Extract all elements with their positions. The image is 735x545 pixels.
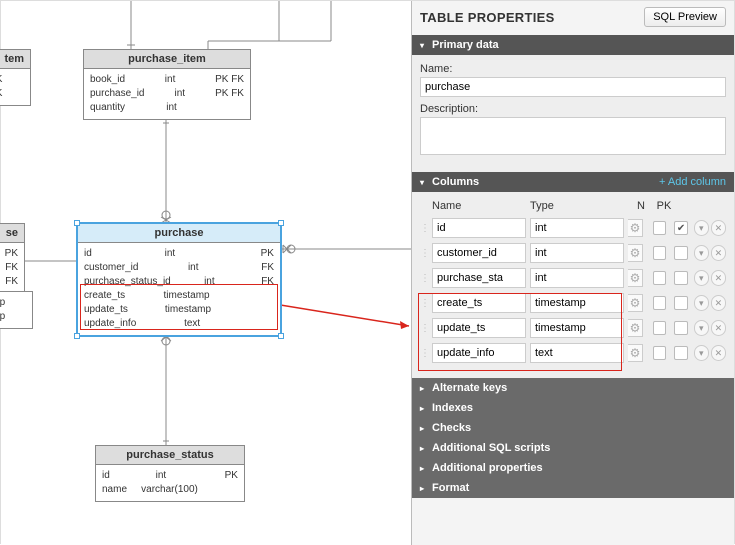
pk-checkbox[interactable] bbox=[674, 346, 687, 360]
column-name-input[interactable] bbox=[432, 293, 526, 313]
gear-icon[interactable]: ⚙ bbox=[628, 294, 643, 312]
column-name-input[interactable] bbox=[432, 243, 526, 263]
chevron-right-icon: ▸ bbox=[420, 424, 428, 433]
more-button[interactable]: ▾ bbox=[694, 345, 709, 361]
more-button[interactable]: ▾ bbox=[694, 270, 709, 286]
erd-table-title: purchase_status bbox=[96, 446, 244, 465]
erd-table-title: se bbox=[0, 224, 24, 243]
pk-checkbox[interactable] bbox=[674, 246, 687, 260]
delete-button[interactable]: ✕ bbox=[711, 345, 726, 361]
drag-handle-icon[interactable]: ⋮⋮ bbox=[420, 323, 432, 334]
description-input[interactable] bbox=[420, 117, 726, 155]
drag-handle-icon[interactable]: ⋮⋮ bbox=[420, 223, 432, 234]
column-type-input[interactable] bbox=[530, 318, 624, 338]
erd-canvas[interactable]: tem t PK FK t PK FK purchase_item book_i… bbox=[1, 1, 411, 545]
more-button[interactable]: ▾ bbox=[694, 295, 709, 311]
column-row: ⋮⋮ ⚙ ▾✕ bbox=[420, 343, 726, 363]
chevron-down-icon: ▾ bbox=[420, 178, 428, 187]
section-additional-sql[interactable]: ▸Additional SQL scripts bbox=[412, 438, 734, 458]
column-type-input[interactable] bbox=[530, 268, 624, 288]
column-name-input[interactable] bbox=[432, 343, 526, 363]
section-primary-data[interactable]: ▾ Primary data bbox=[412, 35, 734, 55]
column-row: ⋮⋮ ⚙ ▾✕ bbox=[420, 218, 726, 238]
column-row: ⋮⋮ ⚙ ▾✕ bbox=[420, 268, 726, 288]
nullable-checkbox[interactable] bbox=[653, 246, 666, 260]
delete-button[interactable]: ✕ bbox=[711, 220, 726, 236]
more-button[interactable]: ▾ bbox=[694, 320, 709, 336]
nullable-checkbox[interactable] bbox=[653, 321, 666, 335]
nullable-checkbox[interactable] bbox=[653, 221, 666, 235]
column-name-input[interactable] bbox=[432, 218, 526, 238]
section-format[interactable]: ▸Format bbox=[412, 478, 734, 498]
pk-checkbox[interactable] bbox=[674, 221, 687, 235]
section-indexes[interactable]: ▸Indexes bbox=[412, 398, 734, 418]
drag-handle-icon[interactable]: ⋮⋮ bbox=[420, 273, 432, 284]
erd-table-title: purchase_item bbox=[84, 50, 250, 69]
delete-button[interactable]: ✕ bbox=[711, 320, 726, 336]
delete-button[interactable]: ✕ bbox=[711, 270, 726, 286]
column-row: ⋮⋮ ⚙ ▾✕ bbox=[420, 293, 726, 313]
column-type-input[interactable] bbox=[530, 243, 624, 263]
nullable-checkbox[interactable] bbox=[653, 296, 666, 310]
nullable-checkbox[interactable] bbox=[653, 346, 666, 360]
section-alternate-keys[interactable]: ▸Alternate keys bbox=[412, 378, 734, 398]
more-button[interactable]: ▾ bbox=[694, 220, 709, 236]
gear-icon[interactable]: ⚙ bbox=[628, 269, 643, 287]
erd-table-partial-tem[interactable]: tem t PK FK t PK FK bbox=[0, 49, 31, 106]
gear-icon[interactable]: ⚙ bbox=[628, 344, 643, 362]
nullable-checkbox[interactable] bbox=[653, 271, 666, 285]
panel-title: TABLE PROPERTIES bbox=[420, 10, 555, 25]
sql-preview-button[interactable]: SQL Preview bbox=[644, 7, 726, 27]
chevron-right-icon: ▸ bbox=[420, 384, 428, 393]
pk-checkbox[interactable] bbox=[674, 271, 687, 285]
delete-button[interactable]: ✕ bbox=[711, 245, 726, 261]
gear-icon[interactable]: ⚙ bbox=[628, 219, 643, 237]
column-type-input[interactable] bbox=[530, 218, 624, 238]
erd-table-title: purchase bbox=[78, 224, 280, 243]
pk-checkbox[interactable] bbox=[674, 296, 687, 310]
pk-checkbox[interactable] bbox=[674, 321, 687, 335]
erd-table-purchase-status[interactable]: purchase_status idintPK namevarchar(100) bbox=[95, 445, 245, 502]
chevron-right-icon: ▸ bbox=[420, 484, 428, 493]
column-type-input[interactable] bbox=[530, 293, 624, 313]
erd-table-partial-se[interactable]: se PK FK FK bbox=[0, 223, 25, 294]
chevron-down-icon: ▾ bbox=[420, 41, 428, 50]
chevron-right-icon: ▸ bbox=[420, 464, 428, 473]
gear-icon[interactable]: ⚙ bbox=[628, 244, 643, 262]
name-label: Name: bbox=[420, 63, 726, 75]
column-row: ⋮⋮ ⚙ ▾✕ bbox=[420, 318, 726, 338]
erd-table-purchase[interactable]: purchase idintPK customer_idintFK purcha… bbox=[77, 223, 281, 336]
gear-icon[interactable]: ⚙ bbox=[628, 319, 643, 337]
column-name-input[interactable] bbox=[432, 268, 526, 288]
section-additional-props[interactable]: ▸Additional properties bbox=[412, 458, 734, 478]
column-name-input[interactable] bbox=[432, 318, 526, 338]
delete-button[interactable]: ✕ bbox=[711, 295, 726, 311]
chevron-right-icon: ▸ bbox=[420, 404, 428, 413]
erd-table-partial-stamp[interactable]: stamp stamp bbox=[0, 291, 33, 329]
section-checks[interactable]: ▸Checks bbox=[412, 418, 734, 438]
column-type-input[interactable] bbox=[530, 343, 624, 363]
name-input[interactable] bbox=[420, 77, 726, 97]
column-row: ⋮⋮ ⚙ ▾✕ bbox=[420, 243, 726, 263]
drag-handle-icon[interactable]: ⋮⋮ bbox=[420, 248, 432, 259]
columns-header: Name Type N PK bbox=[420, 198, 726, 218]
section-columns[interactable]: ▾ Columns + Add column bbox=[412, 172, 734, 192]
drag-handle-icon[interactable]: ⋮⋮ bbox=[420, 348, 432, 359]
drag-handle-icon[interactable]: ⋮⋮ bbox=[420, 298, 432, 309]
chevron-right-icon: ▸ bbox=[420, 444, 428, 453]
erd-table-title: tem bbox=[0, 50, 30, 69]
properties-panel: TABLE PROPERTIES SQL Preview ▾ Primary d… bbox=[411, 1, 734, 545]
erd-table-purchase-item[interactable]: purchase_item book_idintPK FK purchase_i… bbox=[83, 49, 251, 120]
description-label: Description: bbox=[420, 103, 726, 115]
add-column-link[interactable]: + Add column bbox=[659, 176, 726, 188]
more-button[interactable]: ▾ bbox=[694, 245, 709, 261]
